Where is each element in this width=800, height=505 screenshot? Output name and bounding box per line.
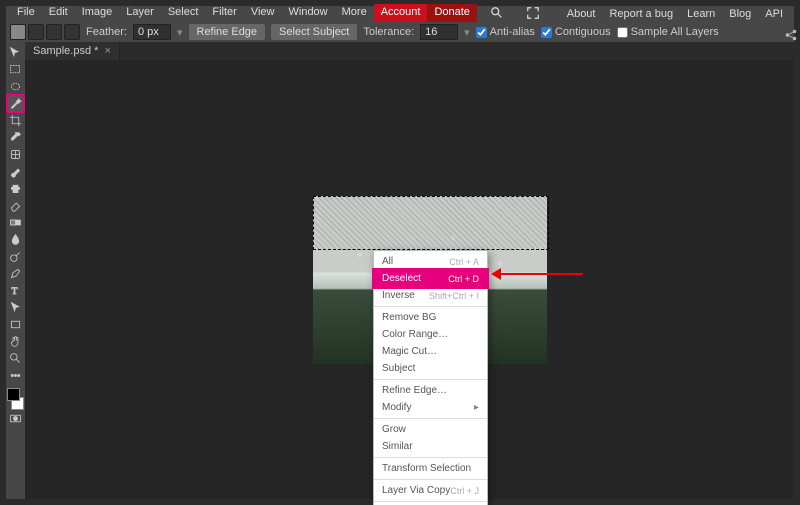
ctx-item-label: Subject [382,363,415,374]
ctx-item-shortcut: Shift+Ctrl + I [429,291,479,301]
close-icon[interactable]: × [104,45,110,57]
tool-shape-rect[interactable] [7,316,24,333]
tool-text[interactable]: T [7,282,24,299]
ctx-item-layer-via-copy[interactable]: Layer Via CopyCtrl + J [374,482,487,499]
tool-magic-wand[interactable] [7,95,24,112]
ctx-item-magic-cut-[interactable]: Magic Cut… [374,343,487,360]
tool-more[interactable] [7,367,24,384]
annotation-arrow [493,273,583,275]
menu-blog[interactable]: Blog [722,6,758,22]
ctx-item-deselect[interactable]: Deselect Ctrl + D [374,270,487,287]
ctx-item-remove-bg[interactable]: Remove BG [374,309,487,326]
feather-label: Feather: [86,26,127,38]
ctx-item-label: Color Range… [382,329,448,340]
ctx-item-label: Transform Selection [382,463,471,474]
menubar-right: About Report a bug Learn Blog API [560,6,790,22]
ctx-item-shortcut: Ctrl + A [449,257,479,267]
ctx-item-label: Grow [382,424,406,435]
tool-hand[interactable] [7,333,24,350]
tool-marquee-rect[interactable] [7,61,24,78]
tool-path-select[interactable] [7,299,24,316]
tool-pen[interactable] [7,265,24,282]
chevron-right-icon: ▸ [474,402,479,413]
tool-clone[interactable] [7,180,24,197]
contiguous-checkbox[interactable]: Contiguous [541,26,611,38]
tool-eyedropper[interactable] [7,129,24,146]
antialias-checkbox[interactable]: Anti-alias [476,26,535,38]
app-frame: File Edit Image Layer Select Filter View… [0,0,800,505]
selmode-new-icon[interactable] [10,24,26,40]
menu-report-bug[interactable]: Report a bug [602,6,680,22]
ctx-item-inverse[interactable]: Inverse Shift+Ctrl + I [374,287,487,304]
ctx-item-all[interactable]: All Ctrl + A [374,253,487,270]
tool-eraser[interactable] [7,197,24,214]
sample-all-layers-checkbox[interactable]: Sample All Layers [617,26,719,38]
menubar: File Edit Image Layer Select Filter View… [6,6,794,22]
tool-zoom[interactable] [7,350,24,367]
ctx-item-label: Modify [382,402,411,413]
canvas-viewport[interactable]: All Ctrl + A Deselect Ctrl + D Inverse Shift+… [25,60,794,499]
refine-edge-button[interactable]: Refine Edge [189,24,266,40]
color-swatch[interactable] [7,388,24,410]
ctx-item-refine-edge-[interactable]: Refine Edge… [374,382,487,399]
tool-crop[interactable] [7,112,24,129]
tool-marquee-ellipse[interactable] [7,78,24,95]
quick-mask-toggle[interactable] [7,410,24,427]
share-icon[interactable] [784,28,798,42]
options-bar: Feather: 0 px ▾ Refine Edge Select Subje… [6,22,794,42]
ctx-item-shortcut: Ctrl + J [450,486,479,496]
menu-about[interactable]: About [560,6,603,22]
ctx-item-label: Refine Edge… [382,385,447,396]
ctx-item-grow[interactable]: Grow [374,421,487,438]
ctx-item-label: Magic Cut… [382,346,437,357]
tool-dodge[interactable] [7,248,24,265]
ctx-item-label: Layer Via Copy [382,485,450,496]
ctx-item-similar[interactable]: Similar [374,438,487,455]
tool-patch[interactable] [7,146,24,163]
selmode-add-icon[interactable] [28,24,44,40]
ctx-item-modify[interactable]: Modify ▸ [374,399,487,416]
menu-api[interactable]: API [758,6,790,22]
document-tab[interactable]: Sample.psd * × [25,42,120,60]
ctx-item-color-range-[interactable]: Color Range… [374,326,487,343]
selmode-intersect-icon[interactable] [64,24,80,40]
feather-input[interactable]: 0 px [133,24,171,40]
tool-gradient[interactable] [7,214,24,231]
document-tabstrip: Sample.psd * × [25,42,120,60]
ctx-item-label: Similar [382,441,413,452]
tool-move[interactable] [7,44,24,61]
ctx-item-label: Remove BG [382,312,436,323]
selmode-subtract-icon[interactable] [46,24,62,40]
svg-text:T: T [11,286,17,297]
selection-mode-swatches[interactable] [10,24,80,40]
select-subject-button[interactable]: Select Subject [271,24,357,40]
context-menu: All Ctrl + A Deselect Ctrl + D Inverse Shift+… [373,250,488,505]
foreground-color-swatch[interactable] [7,388,20,401]
ctx-item-transform-selection[interactable]: Transform Selection [374,460,487,477]
document-tab-label: Sample.psd * [33,45,98,57]
ctx-item-shortcut: Ctrl + D [448,274,479,284]
ctx-item-label: Inverse [382,290,415,301]
tolerance-input[interactable]: 16 [420,24,458,40]
ctx-item-subject[interactable]: Subject [374,360,487,377]
ctx-item-label: All [382,256,393,267]
tool-blur[interactable] [7,231,24,248]
ctx-item-label: Deselect [382,273,421,284]
tool-brush[interactable] [7,163,24,180]
tool-sidebar: T [6,42,25,499]
menu-learn[interactable]: Learn [680,6,722,22]
tolerance-label: Tolerance: [363,26,414,38]
